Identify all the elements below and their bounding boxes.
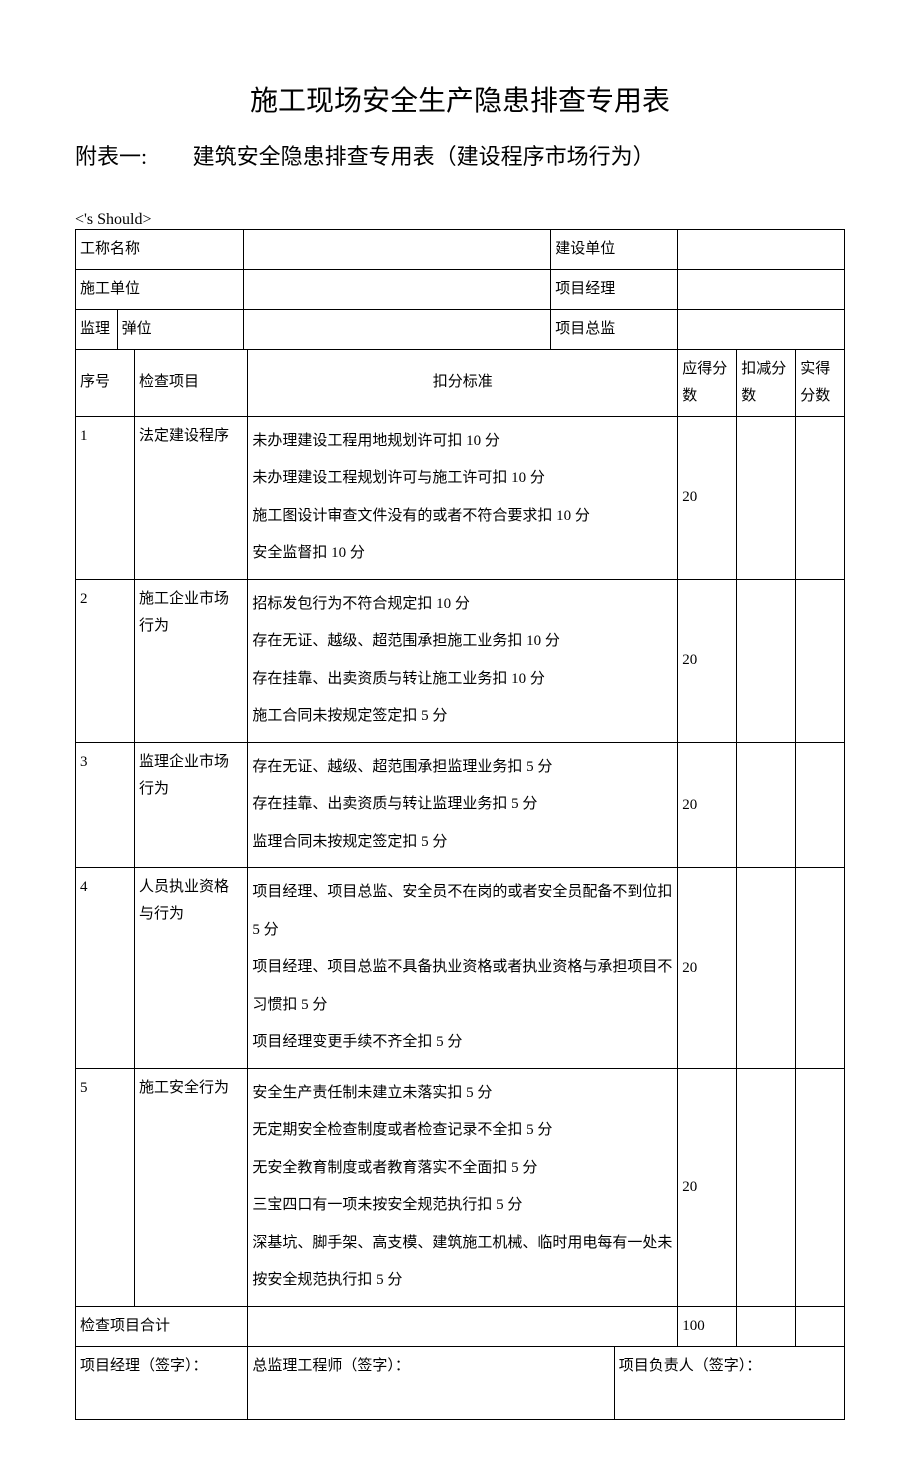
signature-row: 项目经理（签字）： 总监理工程师（签字）： 项目负责人（签字）： bbox=[76, 1346, 845, 1419]
value-project-name bbox=[243, 229, 550, 269]
label-supervise-1: 监理 bbox=[76, 309, 118, 349]
cell-actual bbox=[796, 742, 845, 868]
cell-criteria: 项目经理、项目总监、安全员不在岗的或者安全员配备不到位扣 5 分项目经理、项目总… bbox=[248, 868, 678, 1069]
value-project-manager bbox=[678, 269, 845, 309]
label-supervise-2: 弹位 bbox=[117, 309, 243, 349]
cell-actual bbox=[796, 1068, 845, 1306]
cell-deduct bbox=[737, 1068, 796, 1306]
cell-actual bbox=[796, 416, 845, 579]
cell-item: 施工企业市场行为 bbox=[134, 579, 247, 742]
cell-deduct bbox=[737, 742, 796, 868]
value-construct-unit bbox=[243, 269, 550, 309]
cell-criteria: 招标发包行为不符合规定扣 10 分存在无证、越级、超范围承担施工业务扣 10 分… bbox=[248, 579, 678, 742]
cell-seq: 2 bbox=[76, 579, 135, 742]
label-construct-unit: 施工单位 bbox=[76, 269, 244, 309]
cell-criteria: 存在无证、越级、超范围承担监理业务扣 5 分存在挂靠、出卖资质与转让监理业务扣 … bbox=[248, 742, 678, 868]
col-actual: 实得分数 bbox=[796, 349, 845, 416]
col-seq: 序号 bbox=[76, 349, 135, 416]
table-row: 监理 弹位 项目总监 bbox=[76, 309, 845, 349]
cell-item: 人员执业资格与行为 bbox=[134, 868, 247, 1069]
table-row: 1 法定建设程序 未办理建设工程用地规划许可扣 10 分未办理建设工程规划许可与… bbox=[76, 416, 845, 579]
inspection-table: 工称名称 建设单位 施工单位 项目经理 监理 弹位 项目总监 序号 检查项目 扣… bbox=[75, 229, 845, 1420]
cell-should: 20 bbox=[678, 1068, 737, 1306]
cell-seq: 4 bbox=[76, 868, 135, 1069]
table-row: 工称名称 建设单位 bbox=[76, 229, 845, 269]
label-project-name: 工称名称 bbox=[76, 229, 244, 269]
cell-seq: 3 bbox=[76, 742, 135, 868]
total-actual bbox=[796, 1306, 845, 1346]
col-criteria: 扣分标准 bbox=[248, 349, 678, 416]
cell-should: 20 bbox=[678, 742, 737, 868]
cell-should: 20 bbox=[678, 868, 737, 1069]
cell-item: 施工安全行为 bbox=[134, 1068, 247, 1306]
total-label: 检查项目合计 bbox=[76, 1306, 248, 1346]
total-deduct bbox=[737, 1306, 796, 1346]
value-chief-supervisor bbox=[678, 309, 845, 349]
total-criteria-blank bbox=[248, 1306, 678, 1346]
table-row: 5 施工安全行为 安全生产责任制未建立未落实扣 5 分无定期安全检查制度或者检查… bbox=[76, 1068, 845, 1306]
cell-actual bbox=[796, 579, 845, 742]
cell-criteria: 未办理建设工程用地规划许可扣 10 分未办理建设工程规划许可与施工许可扣 10 … bbox=[248, 416, 678, 579]
label-chief-supervisor: 项目总监 bbox=[551, 309, 678, 349]
sig-owner: 项目负责人（签字）： bbox=[614, 1346, 844, 1419]
cell-seq: 5 bbox=[76, 1068, 135, 1306]
cell-deduct bbox=[737, 579, 796, 742]
cell-criteria: 安全生产责任制未建立未落实扣 5 分无定期安全检查制度或者检查记录不全扣 5 分… bbox=[248, 1068, 678, 1306]
cell-item: 法定建设程序 bbox=[134, 416, 247, 579]
cell-seq: 1 bbox=[76, 416, 135, 579]
cell-deduct bbox=[737, 868, 796, 1069]
label-build-unit: 建设单位 bbox=[551, 229, 678, 269]
cell-item: 监理企业市场行为 bbox=[134, 742, 247, 868]
subtitle-main: 建筑安全隐患排查专用表（建设程序市场行为） bbox=[193, 139, 655, 171]
table-row: 2 施工企业市场行为 招标发包行为不符合规定扣 10 分存在无证、越级、超范围承… bbox=[76, 579, 845, 742]
total-should: 100 bbox=[678, 1306, 737, 1346]
cell-should: 20 bbox=[678, 579, 737, 742]
col-item: 检查项目 bbox=[134, 349, 247, 416]
page-subtitle: 附表一: 建筑安全隐患排查专用表（建设程序市场行为） bbox=[75, 139, 845, 171]
label-project-manager: 项目经理 bbox=[551, 269, 678, 309]
table-row: 3 监理企业市场行为 存在无证、越级、超范围承担监理业务扣 5 分存在挂靠、出卖… bbox=[76, 742, 845, 868]
sig-pm: 项目经理（签字）： bbox=[76, 1346, 248, 1419]
col-should: 应得分数 bbox=[678, 349, 737, 416]
table-total-row: 检查项目合计 100 bbox=[76, 1306, 845, 1346]
col-deduct: 扣减分数 bbox=[737, 349, 796, 416]
cell-actual bbox=[796, 868, 845, 1069]
value-build-unit bbox=[678, 229, 845, 269]
table-row: 4 人员执业资格与行为 项目经理、项目总监、安全员不在岗的或者安全员配备不到位扣… bbox=[76, 868, 845, 1069]
value-supervise bbox=[243, 309, 550, 349]
cell-should: 20 bbox=[678, 416, 737, 579]
subtitle-prefix: 附表一: bbox=[75, 139, 147, 171]
page-title: 施工现场安全生产隐患排查专用表 bbox=[75, 79, 845, 119]
table-row: 施工单位 项目经理 bbox=[76, 269, 845, 309]
sig-chief: 总监理工程师（签字）： bbox=[248, 1346, 614, 1419]
cell-deduct bbox=[737, 416, 796, 579]
table-header-row: 序号 检查项目 扣分标准 应得分数 扣减分数 实得分数 bbox=[76, 349, 845, 416]
